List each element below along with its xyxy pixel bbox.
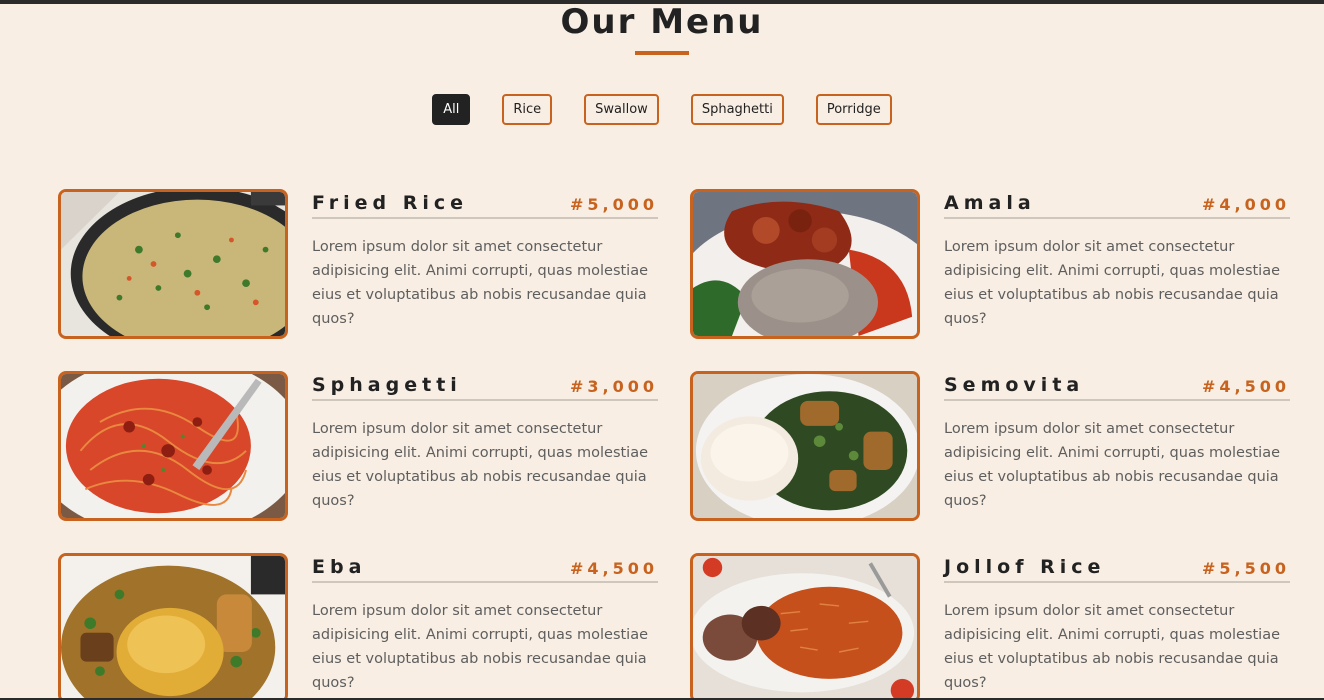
item-description: Lorem ipsum dolor sit amet consectetur a… — [944, 603, 1281, 691]
item-description: Lorem ipsum dolor sit amet consectetur a… — [944, 239, 1281, 327]
semovita-photo — [690, 371, 920, 521]
item-name: Fried Rice — [312, 192, 469, 214]
filter-rice-button[interactable]: Rice — [502, 94, 553, 125]
item-description: Lorem ipsum dolor sit amet consectetur a… — [944, 421, 1281, 509]
item-price: #4,500 — [1201, 377, 1290, 396]
item-description: Lorem ipsum dolor sit amet consectetur a… — [312, 603, 649, 691]
item-description: Lorem ipsum dolor sit amet consectetur a… — [312, 421, 649, 509]
filter-bar: All Rice Swallow Sphaghetti Porridge — [0, 94, 1324, 125]
item-name: Semovita — [944, 374, 1085, 396]
filter-sphaghetti-button[interactable]: Sphaghetti — [690, 94, 784, 125]
page-title: Our Menu — [560, 2, 764, 42]
menu-grid: Fried Rice #5,000 Lorem ipsum dolor sit … — [58, 189, 1290, 700]
title-underline — [635, 51, 689, 55]
item-price: #5,000 — [569, 195, 658, 214]
menu-item: Semovita #4,500 Lorem ipsum dolor sit am… — [690, 371, 1290, 521]
fried-rice-photo — [58, 189, 288, 339]
item-price: #5,500 — [1201, 559, 1290, 578]
menu-item: Jollof Rice #5,500 Lorem ipsum dolor sit… — [690, 553, 1290, 700]
item-name: Jollof Rice — [944, 556, 1106, 578]
item-name: Sphagetti — [312, 374, 462, 396]
filter-all-button[interactable]: All — [432, 94, 471, 125]
menu-item: Sphagetti #3,000 Lorem ipsum dolor sit a… — [58, 371, 658, 521]
item-name: Eba — [312, 556, 367, 578]
item-price: #3,000 — [569, 377, 658, 396]
filter-porridge-button[interactable]: Porridge — [815, 94, 892, 125]
item-name: Amala — [944, 192, 1036, 214]
menu-item: Fried Rice #5,000 Lorem ipsum dolor sit … — [58, 189, 658, 339]
filter-swallow-button[interactable]: Swallow — [584, 94, 659, 125]
eba-photo — [58, 553, 288, 700]
jollof-rice-photo — [690, 553, 920, 700]
item-price: #4,500 — [569, 559, 658, 578]
item-price: #4,000 — [1201, 195, 1290, 214]
amala-photo — [690, 189, 920, 339]
menu-item: Amala #4,000 Lorem ipsum dolor sit amet … — [690, 189, 1290, 339]
item-description: Lorem ipsum dolor sit amet consectetur a… — [312, 239, 649, 327]
menu-item: Eba #4,500 Lorem ipsum dolor sit amet co… — [58, 553, 658, 700]
menu-header: Our Menu — [0, 2, 1324, 55]
spaghetti-photo — [58, 371, 288, 521]
